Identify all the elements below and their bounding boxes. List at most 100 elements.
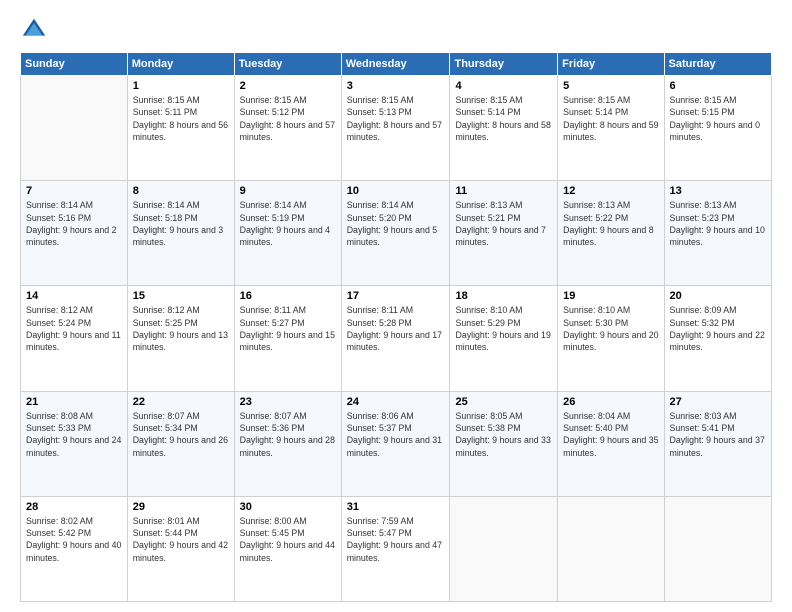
table-row: 6 Sunrise: 8:15 AM Sunset: 5:15 PM Daylig… [664, 76, 771, 181]
calendar-header-row: Sunday Monday Tuesday Wednesday Thursday… [21, 53, 772, 76]
day-info: Sunrise: 8:15 AM Sunset: 5:14 PM Dayligh… [563, 94, 658, 143]
day-info: Sunrise: 8:13 AM Sunset: 5:23 PM Dayligh… [670, 199, 766, 248]
day-number: 26 [563, 396, 658, 408]
day-number: 12 [563, 185, 658, 197]
day-info: Sunrise: 8:10 AM Sunset: 5:30 PM Dayligh… [563, 304, 658, 353]
header [20, 16, 772, 44]
day-info: Sunrise: 8:15 AM Sunset: 5:15 PM Dayligh… [670, 94, 766, 143]
table-row: 10 Sunrise: 8:14 AM Sunset: 5:20 PM Dayli… [341, 181, 450, 286]
table-row: 11 Sunrise: 8:13 AM Sunset: 5:21 PM Dayli… [450, 181, 558, 286]
table-row: 24Sunrise: 8:06 AM Sunset: 5:37 PM Dayli… [341, 391, 450, 496]
day-number: 13 [670, 185, 766, 197]
table-row: 26 Sunrise: 8:04 AM Sunset: 5:40 PM Dayli… [558, 391, 664, 496]
day-info: Sunrise: 8:11 AM Sunset: 5:27 PM Dayligh… [240, 304, 336, 353]
day-info: Sunrise: 8:15 AM Sunset: 5:13 PM Dayligh… [347, 94, 445, 143]
day-info: Sunrise: 8:15 AM Sunset: 5:14 PM Dayligh… [455, 94, 552, 143]
day-number: 24 [347, 396, 445, 408]
day-info: Sunrise: 8:14 AM Sunset: 5:18 PM Dayligh… [133, 199, 229, 248]
table-row: 13 Sunrise: 8:13 AM Sunset: 5:23 PM Dayli… [664, 181, 771, 286]
day-number: 21 [26, 396, 122, 408]
day-number: 28 [26, 501, 122, 513]
day-number: 10 [347, 185, 445, 197]
day-info: Sunrise: 8:14 AM Sunset: 5:16 PM Dayligh… [26, 199, 122, 248]
table-row: 29Sunrise: 8:01 AM Sunset: 5:44 PM Dayli… [127, 496, 234, 601]
day-number: 25 [455, 396, 552, 408]
day-number: 4 [455, 80, 552, 92]
col-thursday: Thursday [450, 53, 558, 76]
table-row [21, 76, 128, 181]
day-info: Sunrise: 8:12 AM Sunset: 5:25 PM Dayligh… [133, 304, 229, 353]
table-row: 20Sunrise: 8:09 AM Sunset: 5:32 PM Dayli… [664, 286, 771, 391]
table-row: 17 Sunrise: 8:11 AM Sunset: 5:28 PM Dayli… [341, 286, 450, 391]
day-number: 7 [26, 185, 122, 197]
day-number: 9 [240, 185, 336, 197]
table-row: 2 Sunrise: 8:15 AM Sunset: 5:12 PM Daylig… [234, 76, 341, 181]
table-row: 1 Sunrise: 8:15 AM Sunset: 5:11 PM Daylig… [127, 76, 234, 181]
col-saturday: Saturday [664, 53, 771, 76]
col-wednesday: Wednesday [341, 53, 450, 76]
day-number: 1 [133, 80, 229, 92]
col-tuesday: Tuesday [234, 53, 341, 76]
calendar-week-row: 7 Sunrise: 8:14 AM Sunset: 5:16 PM Daylig… [21, 181, 772, 286]
day-info: Sunrise: 8:13 AM Sunset: 5:21 PM Dayligh… [455, 199, 552, 248]
day-number: 17 [347, 290, 445, 302]
day-info: Sunrise: 8:10 AM Sunset: 5:29 PM Dayligh… [455, 304, 552, 353]
day-info: Sunrise: 8:05 AM Sunset: 5:38 PM Dayligh… [455, 410, 552, 459]
day-number: 5 [563, 80, 658, 92]
day-info: Sunrise: 8:07 AM Sunset: 5:36 PM Dayligh… [240, 410, 336, 459]
day-number: 16 [240, 290, 336, 302]
table-row: 22Sunrise: 8:07 AM Sunset: 5:34 PM Dayli… [127, 391, 234, 496]
table-row: 19 Sunrise: 8:10 AM Sunset: 5:30 PM Dayli… [558, 286, 664, 391]
table-row: 18 Sunrise: 8:10 AM Sunset: 5:29 PM Dayli… [450, 286, 558, 391]
day-number: 27 [670, 396, 766, 408]
table-row: 5 Sunrise: 8:15 AM Sunset: 5:14 PM Daylig… [558, 76, 664, 181]
day-info: Sunrise: 8:04 AM Sunset: 5:40 PM Dayligh… [563, 410, 658, 459]
day-number: 2 [240, 80, 336, 92]
day-info: Sunrise: 8:15 AM Sunset: 5:11 PM Dayligh… [133, 94, 229, 143]
day-number: 15 [133, 290, 229, 302]
logo [20, 16, 52, 44]
table-row: 15 Sunrise: 8:12 AM Sunset: 5:25 PM Dayli… [127, 286, 234, 391]
day-info: Sunrise: 8:14 AM Sunset: 5:19 PM Dayligh… [240, 199, 336, 248]
table-row: 31Sunrise: 7:59 AM Sunset: 5:47 PM Dayli… [341, 496, 450, 601]
day-number: 30 [240, 501, 336, 513]
day-number: 31 [347, 501, 445, 513]
table-row [558, 496, 664, 601]
day-number: 3 [347, 80, 445, 92]
table-row: 21 Sunrise: 8:08 AM Sunset: 5:33 PM Dayli… [21, 391, 128, 496]
col-friday: Friday [558, 53, 664, 76]
table-row: 12 Sunrise: 8:13 AM Sunset: 5:22 PM Dayli… [558, 181, 664, 286]
calendar-week-row: 28Sunrise: 8:02 AM Sunset: 5:42 PM Dayli… [21, 496, 772, 601]
calendar-week-row: 14Sunrise: 8:12 AM Sunset: 5:24 PM Dayli… [21, 286, 772, 391]
day-info: Sunrise: 8:09 AM Sunset: 5:32 PM Dayligh… [670, 304, 766, 353]
day-number: 8 [133, 185, 229, 197]
logo-icon [20, 16, 48, 44]
day-info: Sunrise: 8:07 AM Sunset: 5:34 PM Dayligh… [133, 410, 229, 459]
day-number: 19 [563, 290, 658, 302]
day-info: Sunrise: 8:14 AM Sunset: 5:20 PM Dayligh… [347, 199, 445, 248]
day-info: Sunrise: 8:13 AM Sunset: 5:22 PM Dayligh… [563, 199, 658, 248]
day-info: Sunrise: 8:03 AM Sunset: 5:41 PM Dayligh… [670, 410, 766, 459]
day-number: 18 [455, 290, 552, 302]
calendar-table: Sunday Monday Tuesday Wednesday Thursday… [20, 52, 772, 602]
table-row: 4 Sunrise: 8:15 AM Sunset: 5:14 PM Daylig… [450, 76, 558, 181]
calendar-week-row: 1 Sunrise: 8:15 AM Sunset: 5:11 PM Daylig… [21, 76, 772, 181]
day-number: 14 [26, 290, 122, 302]
calendar-week-row: 21 Sunrise: 8:08 AM Sunset: 5:33 PM Dayli… [21, 391, 772, 496]
table-row [450, 496, 558, 601]
day-info: Sunrise: 8:08 AM Sunset: 5:33 PM Dayligh… [26, 410, 122, 459]
day-info: Sunrise: 8:15 AM Sunset: 5:12 PM Dayligh… [240, 94, 336, 143]
table-row: 27 Sunrise: 8:03 AM Sunset: 5:41 PM Dayli… [664, 391, 771, 496]
table-row: 14Sunrise: 8:12 AM Sunset: 5:24 PM Dayli… [21, 286, 128, 391]
page: Sunday Monday Tuesday Wednesday Thursday… [0, 0, 792, 612]
table-row: 28Sunrise: 8:02 AM Sunset: 5:42 PM Dayli… [21, 496, 128, 601]
table-row: 30 Sunrise: 8:00 AM Sunset: 5:45 PM Dayli… [234, 496, 341, 601]
table-row: 25 Sunrise: 8:05 AM Sunset: 5:38 PM Dayli… [450, 391, 558, 496]
day-number: 6 [670, 80, 766, 92]
table-row: 3 Sunrise: 8:15 AM Sunset: 5:13 PM Daylig… [341, 76, 450, 181]
day-info: Sunrise: 8:11 AM Sunset: 5:28 PM Dayligh… [347, 304, 445, 353]
day-info: Sunrise: 8:00 AM Sunset: 5:45 PM Dayligh… [240, 515, 336, 564]
day-number: 11 [455, 185, 552, 197]
table-row: 23Sunrise: 8:07 AM Sunset: 5:36 PM Dayli… [234, 391, 341, 496]
day-number: 29 [133, 501, 229, 513]
